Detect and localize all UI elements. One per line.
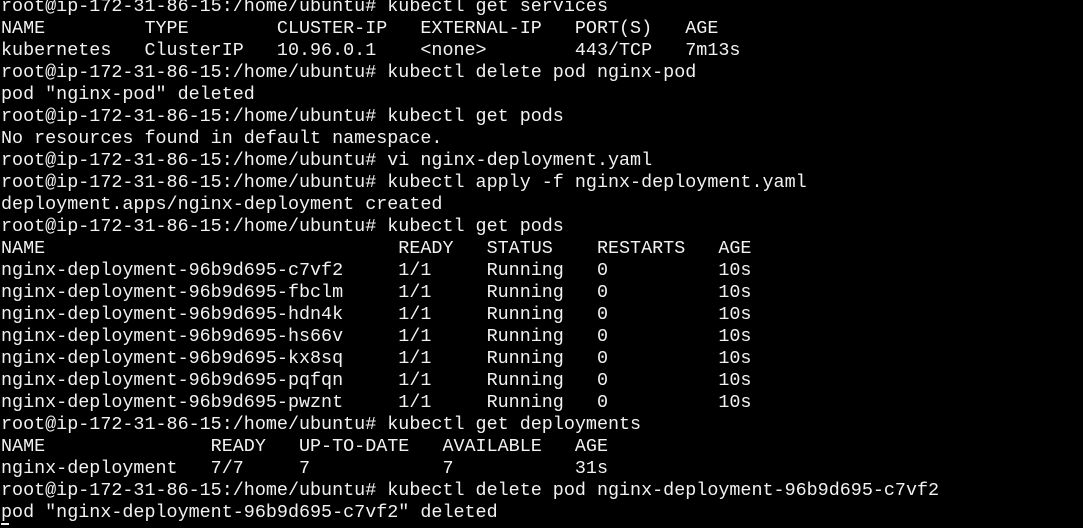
terminal-line-output: nginx-deployment-96b9d695-c7vf2 1/1 Runn… <box>1 260 752 281</box>
terminal-line-output: nginx-deployment-96b9d695-fbclm 1/1 Runn… <box>1 282 752 303</box>
terminal-line-output: kubernetes ClusterIP 10.96.0.1 <none> 44… <box>1 40 741 61</box>
terminal-line-prompt: root@ip-172-31-86-15:/home/ubuntu# kubec… <box>1 480 940 501</box>
terminal-line-output: nginx-deployment-96b9d695-pqfqn 1/1 Runn… <box>1 370 752 391</box>
terminal-line-header: NAME TYPE CLUSTER-IP EXTERNAL-IP PORT(S)… <box>1 18 719 39</box>
terminal-line-output: nginx-deployment-96b9d695-kx8sq 1/1 Runn… <box>1 348 752 369</box>
terminal-line-output: pod "nginx-deployment-96b9d695-c7vf2" de… <box>1 502 498 523</box>
terminal-line-prompt: root@ip-172-31-86-15:/home/ubuntu# kubec… <box>1 106 564 127</box>
terminal-line-output: pod "nginx-pod" deleted <box>1 84 255 105</box>
terminal-line-output: nginx-deployment-96b9d695-pwznt 1/1 Runn… <box>1 392 752 413</box>
terminal-line-header: NAME READY STATUS RESTARTS AGE <box>1 238 752 259</box>
terminal-line-prompt: root@ip-172-31-86-15:/home/ubuntu# kubec… <box>1 414 642 435</box>
terminal-window[interactable]: root@ip-172-31-86-15:/home/ubuntu# kubec… <box>0 0 1083 528</box>
terminal-line-prompt: root@ip-172-31-86-15:/home/ubuntu# kubec… <box>1 216 564 237</box>
terminal-line-output: nginx-deployment-96b9d695-hdn4k 1/1 Runn… <box>1 304 752 325</box>
terminal-line-output: nginx-deployment-96b9d695-hs66v 1/1 Runn… <box>1 326 752 347</box>
terminal-line-output: deployment.apps/nginx-deployment created <box>1 194 443 215</box>
terminal-line-prompt: root@ip-172-31-86-15:/home/ubuntu# kubec… <box>1 172 807 193</box>
terminal-line-output: nginx-deployment 7/7 7 7 31s <box>1 458 608 479</box>
terminal-line-header: NAME READY UP-TO-DATE AVAILABLE AGE <box>1 436 608 457</box>
terminal-line-output: No resources found in default namespace. <box>1 128 443 149</box>
terminal-cursor <box>1 523 9 525</box>
terminal-line-prompt: root@ip-172-31-86-15:/home/ubuntu# kubec… <box>1 62 697 83</box>
terminal-line-prompt: root@ip-172-31-86-15:/home/ubuntu# kubec… <box>1 0 608 17</box>
terminal-line-prompt: root@ip-172-31-86-15:/home/ubuntu# vi ng… <box>1 150 653 171</box>
